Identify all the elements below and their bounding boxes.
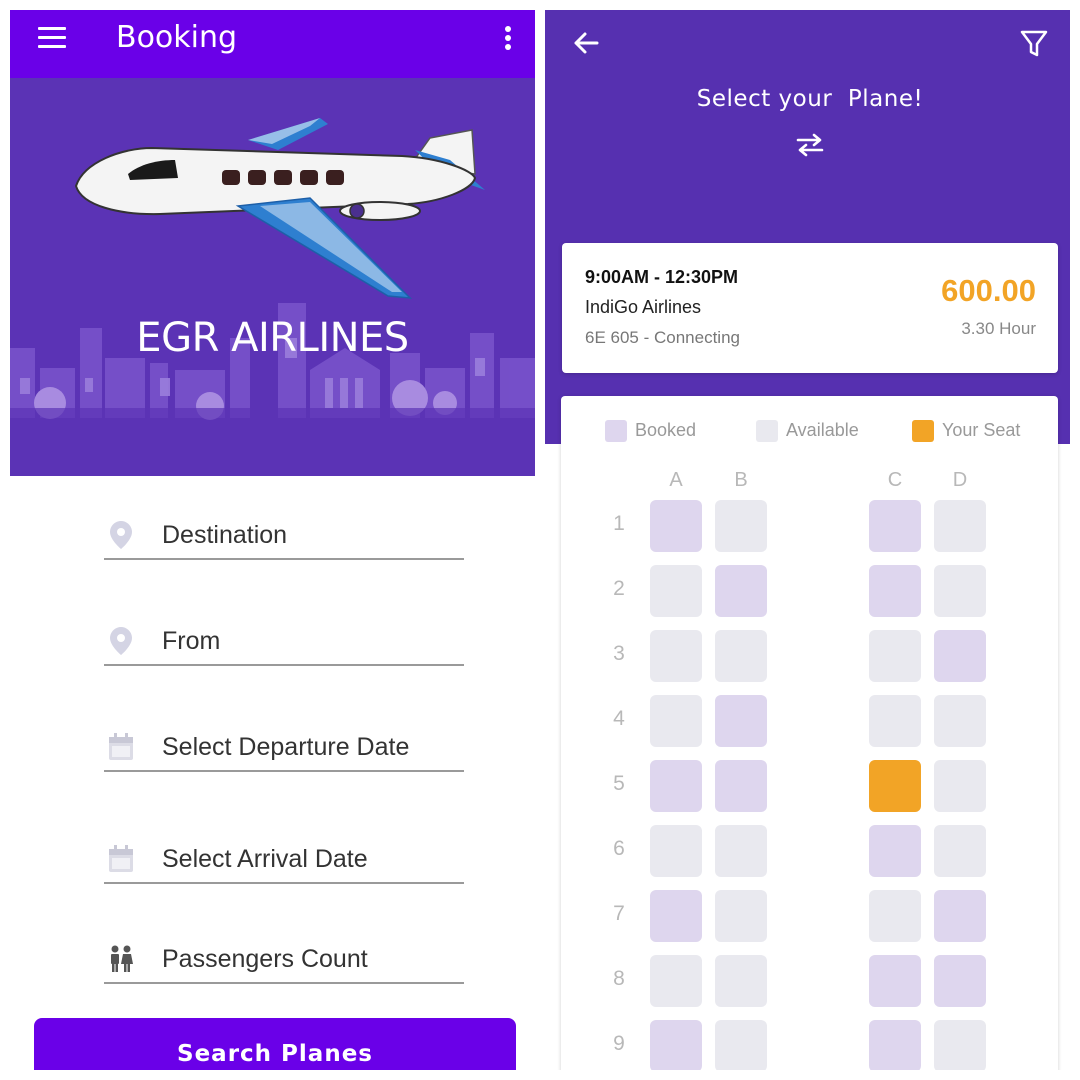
seat-9a[interactable]	[650, 1020, 702, 1070]
booking-screen: Booking EGR AIRLINES Destination From Se…	[10, 10, 535, 1070]
calendar-icon	[109, 845, 133, 872]
legend-your-seat-label: Your Seat	[942, 420, 1021, 440]
airline-brand-title: EGR AIRLINES	[136, 315, 409, 361]
hero-banner: EGR AIRLINES	[10, 78, 535, 476]
column-label-a: A	[669, 469, 683, 491]
seat-7b[interactable]	[715, 890, 767, 942]
passengers-count-field[interactable]: Passengers Count	[104, 932, 464, 984]
from-field[interactable]: From	[104, 614, 464, 666]
seat-4a[interactable]	[650, 695, 702, 747]
legend-booked-swatch	[605, 420, 627, 442]
seat-9b[interactable]	[715, 1020, 767, 1070]
app-bar: Booking	[10, 10, 535, 78]
back-arrow-icon[interactable]	[571, 28, 601, 58]
seat-9c[interactable]	[869, 1020, 921, 1070]
passengers-count-label: Passengers Count	[162, 945, 368, 973]
seat-7a[interactable]	[650, 890, 702, 942]
filter-icon[interactable]	[1019, 28, 1049, 58]
page-title: Booking	[116, 20, 238, 55]
seat-3c[interactable]	[869, 630, 921, 682]
row-label-1: 1	[613, 512, 625, 535]
column-label-d: D	[952, 469, 968, 491]
seat-7d[interactable]	[934, 890, 986, 942]
destination-label: Destination	[162, 521, 288, 549]
seat-1a[interactable]	[650, 500, 702, 552]
seat-2b[interactable]	[715, 565, 767, 617]
seat-1b[interactable]	[715, 500, 767, 552]
flight-number: 6E 605 - Connecting	[585, 328, 740, 347]
select-plane-title: Select your Plane!	[696, 86, 924, 112]
row-label-2: 2	[613, 577, 625, 600]
seat-3d[interactable]	[934, 630, 986, 682]
from-label: From	[162, 627, 221, 655]
location-pin-icon	[110, 521, 132, 549]
seat-4c[interactable]	[869, 695, 921, 747]
row-label-8: 8	[613, 967, 625, 990]
legend-available-label: Available	[786, 420, 859, 440]
select-plane-screen: Select your Plane! 9:00AM - 12:30PM Indi…	[545, 10, 1070, 1070]
row-label-6: 6	[613, 837, 625, 860]
flight-duration: 3.30 Hour	[961, 319, 1036, 338]
people-icon	[111, 945, 133, 972]
seat-1c[interactable]	[869, 500, 921, 552]
legend-available-swatch	[756, 420, 778, 442]
arrival-date-field[interactable]: Select Arrival Date	[104, 832, 464, 884]
header-background	[545, 10, 1070, 444]
departure-date-field[interactable]: Select Departure Date	[104, 720, 464, 772]
more-options-icon[interactable]	[500, 24, 516, 52]
departure-date-label: Select Departure Date	[162, 733, 410, 761]
swap-arrows-icon[interactable]	[795, 132, 825, 158]
hamburger-menu-icon[interactable]	[38, 27, 66, 49]
seat-6d[interactable]	[934, 825, 986, 877]
calendar-icon	[109, 733, 133, 760]
legend-your-seat-swatch	[912, 420, 934, 442]
seat-6b[interactable]	[715, 825, 767, 877]
flight-price: 600.00	[941, 273, 1036, 308]
search-planes-button[interactable]: Search Planes	[34, 1018, 516, 1070]
seat-5b[interactable]	[715, 760, 767, 812]
seat-3b[interactable]	[715, 630, 767, 682]
seat-3a[interactable]	[650, 630, 702, 682]
seat-4d[interactable]	[934, 695, 986, 747]
seat-4b[interactable]	[715, 695, 767, 747]
airplane-city-illustration	[10, 118, 535, 476]
flight-airline: IndiGo Airlines	[585, 297, 702, 317]
seat-2d[interactable]	[934, 565, 986, 617]
seat-9d[interactable]	[934, 1020, 986, 1070]
seat-7c[interactable]	[869, 890, 921, 942]
legend-booked-label: Booked	[635, 420, 697, 440]
flight-card[interactable]: 9:00AM - 12:30PM IndiGo Airlines 6E 605 …	[562, 243, 1058, 373]
seat-6a[interactable]	[650, 825, 702, 877]
column-label-b: B	[734, 469, 748, 491]
flight-time: 9:00AM - 12:30PM	[585, 267, 739, 287]
seat-8a[interactable]	[650, 955, 702, 1007]
arrival-date-label: Select Arrival Date	[162, 845, 368, 873]
seat-5a[interactable]	[650, 760, 702, 812]
row-label-4: 4	[613, 707, 625, 730]
row-label-3: 3	[613, 642, 625, 665]
destination-field[interactable]: Destination	[104, 508, 464, 560]
seat-8b[interactable]	[715, 955, 767, 1007]
row-label-9: 9	[613, 1032, 625, 1055]
seat-2a[interactable]	[650, 565, 702, 617]
location-pin-icon	[110, 627, 132, 655]
seat-map-panel: Booked Available Your Seat A B C D 1 2 3 4 5…	[561, 396, 1058, 1070]
seat-8c[interactable]	[869, 955, 921, 1007]
row-label-7: 7	[613, 902, 625, 925]
seat-5c[interactable]	[869, 760, 921, 812]
seat-1d[interactable]	[934, 500, 986, 552]
row-label-5: 5	[613, 772, 625, 795]
seat-2c[interactable]	[869, 565, 921, 617]
seat-6c[interactable]	[869, 825, 921, 877]
seat-5d[interactable]	[934, 760, 986, 812]
seat-8d[interactable]	[934, 955, 986, 1007]
column-label-c: C	[887, 469, 903, 491]
